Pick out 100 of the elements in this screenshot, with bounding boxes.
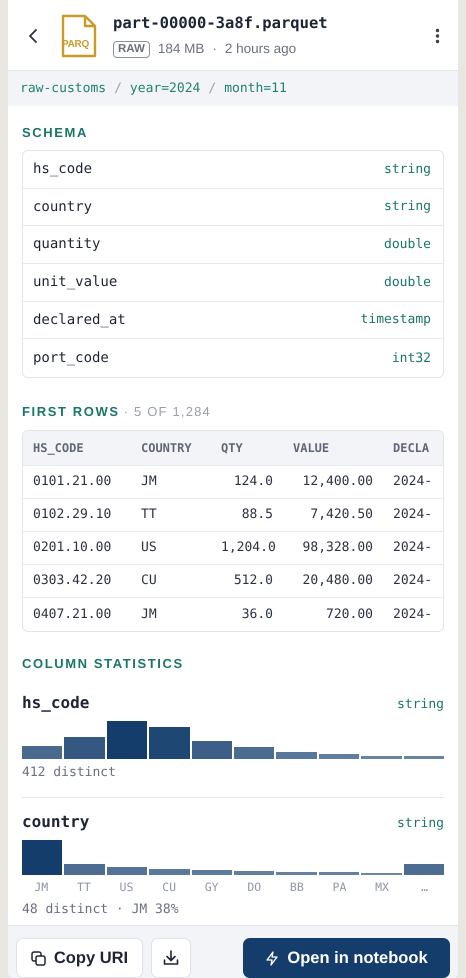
histogram-bar — [106, 866, 148, 875]
field-type: string — [384, 198, 431, 216]
table-cell: 0303.42.20 — [23, 564, 131, 598]
back-button[interactable] — [28, 28, 38, 43]
histogram-bar — [22, 746, 62, 760]
column-header: VALUE — [283, 430, 383, 466]
more-icon — [435, 28, 440, 44]
column-type: string — [397, 814, 444, 833]
document-icon — [60, 14, 97, 58]
status-badge: RAW — [113, 40, 150, 58]
histogram-bar — [361, 756, 402, 760]
histogram-bar — [234, 747, 274, 760]
histogram-bar — [64, 737, 105, 760]
field-type: int32 — [392, 350, 431, 368]
column-type: string — [397, 696, 444, 714]
file-size: 184 MB — [158, 40, 204, 58]
field-name: declared_at — [33, 310, 126, 330]
histogram-bar — [404, 756, 444, 760]
histogram-bar — [106, 721, 148, 760]
histogram-bar — [22, 840, 62, 875]
field-type: timestamp — [360, 311, 431, 330]
field-type: double — [384, 274, 431, 292]
field-name: unit_value — [33, 272, 118, 292]
meta-separator: · — [212, 40, 217, 58]
category-label: CU — [161, 878, 177, 896]
histogram-bar — [318, 754, 360, 760]
section-title: COLUMN STATISTICS — [22, 654, 185, 673]
column-summary: 48 distinct · JM 38% — [22, 900, 180, 919]
table-cell: 98,328.00 — [283, 532, 383, 565]
field-name: country — [33, 198, 92, 217]
table-cell: JM — [131, 466, 211, 499]
table-cell: 2024- — [383, 532, 443, 565]
field-name: port_code — [33, 348, 109, 368]
histogram-bar — [361, 872, 402, 875]
histogram-bar — [64, 864, 105, 875]
histogram-bar — [149, 727, 190, 760]
breadcrumb-link[interactable]: year=2024 — [130, 78, 200, 98]
table-cell: 0201.10.00 — [23, 532, 131, 565]
table-cell: 512.0 — [211, 564, 283, 598]
table-cell: US — [131, 532, 211, 565]
histogram-bar — [192, 870, 232, 875]
category-label: GY — [204, 878, 220, 896]
histogram-bar — [404, 864, 444, 875]
open-notebook-button[interactable]: Open in notebook — [243, 938, 450, 978]
category-label: BB — [288, 878, 305, 896]
table-cell: 20,480.00 — [283, 564, 383, 598]
column-header: COUNTRY — [131, 430, 211, 466]
column-header: HS_CODE — [23, 430, 131, 466]
table-cell: 7,420.50 — [283, 498, 383, 532]
category-label: PA — [332, 878, 348, 896]
category-label: DO — [246, 878, 262, 896]
table-cell: 12,400.00 — [283, 466, 383, 499]
back-icon — [28, 28, 38, 43]
column-name: hs_code — [22, 692, 90, 714]
field-type: double — [384, 236, 431, 254]
section-title: FIRST ROWS — [22, 403, 120, 422]
breadcrumb-separator: / — [114, 80, 122, 98]
table-cell: 2024- — [383, 498, 443, 532]
category-label: … — [420, 878, 430, 896]
table-cell: 0102.29.10 — [23, 498, 131, 532]
table-cell: 36.0 — [211, 598, 283, 631]
table-cell: 2024- — [383, 598, 443, 631]
breadcrumb-link[interactable]: raw-customs — [20, 78, 106, 98]
breadcrumb-link[interactable]: month=11 — [224, 78, 287, 98]
table-cell: 2024- — [383, 564, 443, 598]
category-label: JM — [33, 878, 50, 896]
copy-icon — [30, 950, 46, 966]
table-cell: 720.00 — [283, 598, 383, 631]
histogram-bar — [192, 741, 232, 760]
histogram-bar — [318, 872, 360, 875]
column-name: country — [22, 810, 90, 833]
table-cell: 0407.21.00 — [23, 598, 131, 631]
histogram-bar — [234, 870, 274, 875]
table-cell: 0101.21.00 — [23, 466, 131, 499]
table-cell: 88.5 — [211, 498, 283, 532]
category-label: TT — [76, 878, 92, 896]
modified-time: 2 hours ago — [224, 40, 296, 58]
section-title: SCHEMA — [22, 124, 89, 142]
breadcrumb-separator: / — [208, 80, 216, 98]
table-cell: TT — [131, 498, 211, 532]
file-name: part-00000-3a8f.parquet — [113, 13, 329, 34]
histogram-bar — [276, 752, 317, 760]
table-cell: CU — [131, 564, 211, 598]
column-summary: 412 distinct — [22, 764, 117, 782]
table-cell: 1,204.0 — [211, 532, 283, 565]
category-label: MX — [374, 878, 390, 896]
row-count: · 5 OF 1,284 — [124, 403, 211, 422]
download-button[interactable] — [151, 938, 191, 978]
field-type: string — [384, 160, 431, 179]
field-name: hs_code — [33, 160, 92, 179]
table-cell: 124.0 — [211, 466, 283, 499]
lightning-icon — [265, 950, 280, 966]
table-cell: JM — [131, 598, 211, 631]
histogram-bar — [149, 868, 190, 875]
histogram-bar — [276, 872, 317, 875]
column-header: DECLA — [383, 430, 443, 466]
copy-button[interactable]: Copy URI — [16, 938, 143, 978]
column-header: QTY — [211, 430, 283, 466]
table-cell: 2024- — [383, 466, 443, 499]
field-name: quantity — [33, 235, 100, 254]
